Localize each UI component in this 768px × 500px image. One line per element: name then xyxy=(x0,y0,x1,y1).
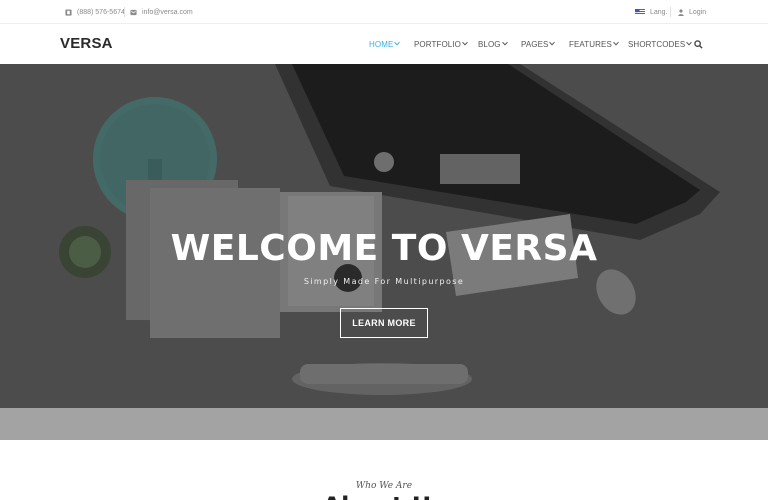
user-icon xyxy=(678,8,684,16)
top-bar: (888) 576-5674 info@versa.com Lang. Logi… xyxy=(0,0,768,24)
search-icon xyxy=(694,39,703,49)
search-button[interactable] xyxy=(694,24,703,64)
section-eyebrow: Who We Are xyxy=(355,481,413,491)
hero-banner: WELCOME TO VERSA Simply Made For Multipu… xyxy=(0,64,768,408)
email-address: info@versa.com xyxy=(142,8,193,16)
chevron-down-icon xyxy=(549,39,556,46)
chevron-down-icon xyxy=(394,39,401,46)
email-contact[interactable]: info@versa.com xyxy=(130,0,193,24)
login-label: Login xyxy=(689,8,707,16)
site-logo[interactable]: VERSA xyxy=(60,35,113,52)
nav-label: SHORTCODES xyxy=(628,39,686,49)
chevron-down-icon xyxy=(686,39,693,46)
divider xyxy=(124,7,125,17)
hero-title: WELCOME TO VERSA xyxy=(170,228,598,269)
main-header: VERSA HOME PORTFOLIO BLOG PAGES FEATURES… xyxy=(0,24,768,64)
phone-number: (888) 576-5674 xyxy=(77,8,125,16)
learn-more-button[interactable]: LEARN MORE xyxy=(340,308,428,338)
phone-contact[interactable]: (888) 576-5674 xyxy=(65,0,125,24)
nav-item-home[interactable]: HOME xyxy=(369,24,401,64)
nav-label: FEATURES xyxy=(569,39,612,49)
nav-label: BLOG xyxy=(478,39,501,49)
nav-label: HOME xyxy=(369,39,394,49)
nav-label: PAGES xyxy=(521,39,549,49)
phone-icon xyxy=(65,8,72,16)
chevron-down-icon xyxy=(613,39,619,46)
us-flag-icon xyxy=(635,9,645,15)
hero-subtitle: Simply Made For Multipurpose xyxy=(303,277,465,286)
language-selector[interactable]: Lang. xyxy=(635,0,668,24)
nav-label: PORTFOLIO xyxy=(414,39,461,49)
login-link[interactable]: Login xyxy=(678,0,706,24)
nav-item-blog[interactable]: BLOG xyxy=(478,24,508,64)
envelope-icon xyxy=(130,9,137,15)
nav-item-portfolio[interactable]: PORTFOLIO xyxy=(414,24,468,64)
section-heading: About Us xyxy=(0,492,768,500)
nav-item-shortcodes[interactable]: SHORTCODES xyxy=(628,24,693,64)
nav-item-pages[interactable]: PAGES xyxy=(521,24,556,64)
language-label: Lang. xyxy=(650,8,668,16)
hero-bottom-strip xyxy=(0,408,768,440)
chevron-down-icon xyxy=(462,39,468,46)
divider xyxy=(670,7,671,17)
chevron-down-icon xyxy=(501,39,508,46)
nav-item-features[interactable]: FEATURES xyxy=(569,24,619,64)
